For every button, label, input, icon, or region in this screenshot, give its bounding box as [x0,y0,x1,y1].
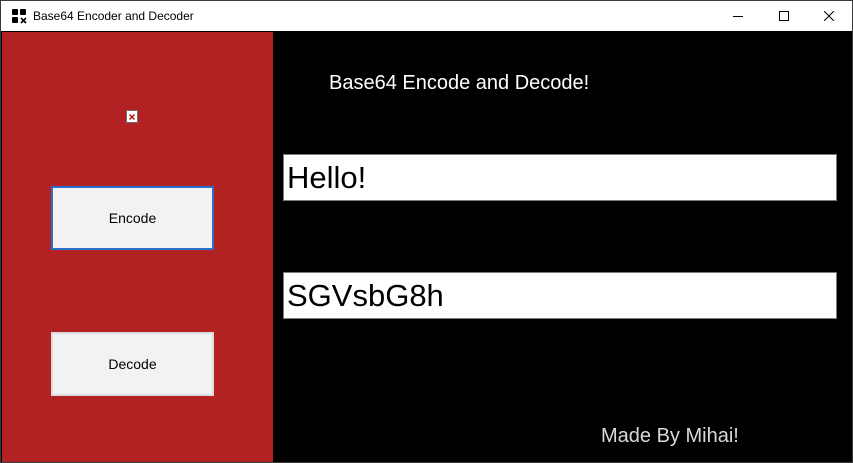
window-title: Base64 Encoder and Decoder [33,9,194,23]
broken-image-icon [126,110,138,123]
minimize-icon [733,11,743,21]
close-button[interactable] [806,1,852,31]
page-title: Base64 Encode and Decode! [329,72,590,94]
maximize-icon [779,11,789,21]
input-text-field[interactable]: Hello! [283,154,837,201]
title-bar[interactable]: Base64 Encoder and Decoder [1,1,852,31]
output-text-field[interactable]: SGVsbG8h [283,272,837,319]
minimize-button[interactable] [715,1,761,31]
decode-button[interactable]: Decode [51,332,214,396]
credit-label: Made By Mihai! [601,425,739,447]
close-icon [824,11,834,21]
encode-button[interactable]: Encode [51,186,214,250]
maximize-button[interactable] [761,1,807,31]
app-icon [11,8,27,24]
sidebar-panel: Encode Decode [2,32,273,462]
app-window: Base64 Encoder and Decoder Encode Decode… [0,0,853,463]
